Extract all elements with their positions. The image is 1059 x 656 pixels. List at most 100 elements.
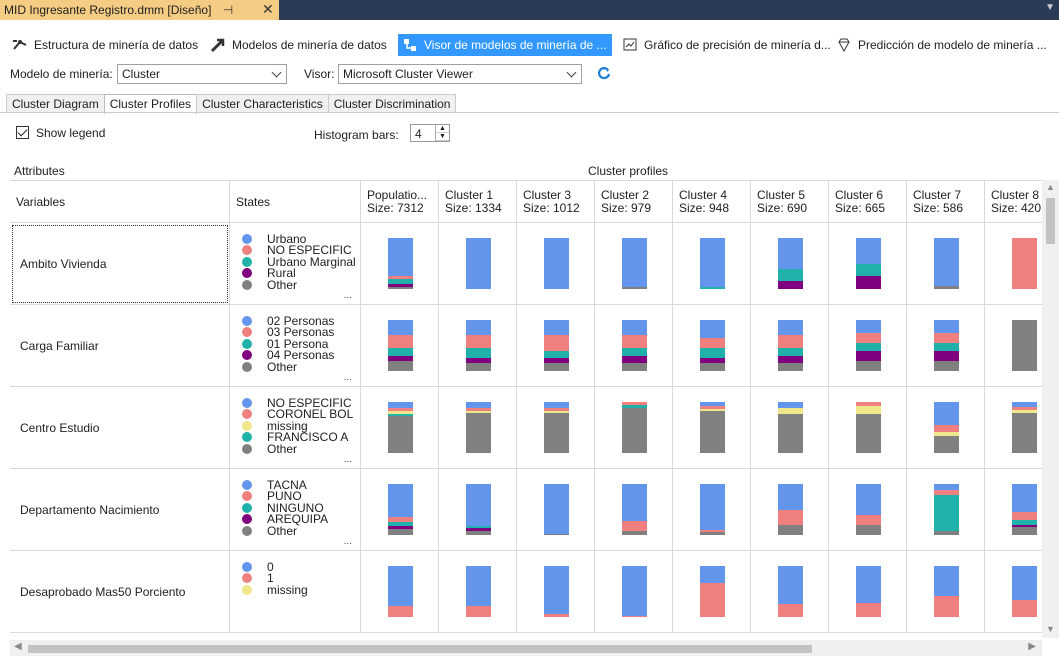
- profile-cell[interactable]: [595, 387, 673, 469]
- profile-cell[interactable]: [517, 305, 595, 387]
- profile-cell[interactable]: [907, 223, 985, 305]
- profile-cell[interactable]: [751, 387, 829, 469]
- cluster-column-header[interactable]: Cluster 2 Size: 979: [595, 181, 673, 223]
- profile-cell[interactable]: [673, 469, 751, 551]
- profile-cell[interactable]: [517, 387, 595, 469]
- profile-cell[interactable]: [985, 305, 1042, 387]
- profile-cell[interactable]: [985, 223, 1042, 305]
- histogram-bar: [622, 238, 647, 289]
- tab-mining-structure[interactable]: Estructura de minería de datos: [8, 34, 202, 56]
- tab-accuracy-chart[interactable]: Gráfico de precisión de minería d...: [618, 34, 835, 56]
- cluster-column-header[interactable]: Cluster 1 Size: 1334: [439, 181, 517, 223]
- scroll-up-icon[interactable]: ▲: [1046, 182, 1055, 192]
- cluster-column-header[interactable]: Cluster 5 Size: 690: [751, 181, 829, 223]
- profile-cell[interactable]: [517, 551, 595, 633]
- close-icon[interactable]: ✕: [262, 1, 274, 18]
- variable-cell[interactable]: Centro Estudio: [10, 387, 230, 469]
- variable-cell[interactable]: Ambito Vivienda: [10, 223, 230, 305]
- tab-mining-models[interactable]: Modelos de minería de datos: [206, 34, 391, 56]
- document-tab[interactable]: MID Ingresante Registro.dmm [Diseño] ⊣ ✕: [0, 0, 279, 20]
- cluster-column-header[interactable]: Populatio... Size: 7312: [361, 181, 439, 223]
- profile-cell[interactable]: [439, 387, 517, 469]
- histogram-bars-stepper[interactable]: 4 ▲ ▼: [410, 124, 450, 142]
- variable-cell[interactable]: Departamento Nacimiento: [10, 469, 230, 551]
- variable-cell[interactable]: Carga Familiar: [10, 305, 230, 387]
- tab-cluster-profiles[interactable]: Cluster Profiles: [103, 94, 198, 114]
- tab-prediction[interactable]: Predicción de modelo de minería ...: [832, 34, 1051, 56]
- profile-cell[interactable]: [985, 387, 1042, 469]
- profile-cell[interactable]: [517, 469, 595, 551]
- profile-cell[interactable]: [595, 551, 673, 633]
- show-legend-checkbox[interactable]: [16, 126, 29, 139]
- spin-down-icon[interactable]: ▼: [436, 133, 449, 141]
- profile-cell[interactable]: [595, 469, 673, 551]
- histogram-segment: [778, 281, 803, 289]
- profile-cell[interactable]: [439, 223, 517, 305]
- model-select[interactable]: Cluster: [117, 64, 287, 84]
- profile-cell[interactable]: [751, 551, 829, 633]
- histogram-bar: [856, 238, 881, 289]
- states-column-header[interactable]: States: [230, 181, 361, 223]
- scroll-right-icon[interactable]: ▶: [1028, 641, 1036, 652]
- legend-color-swatch: [242, 573, 252, 583]
- profile-cell[interactable]: [751, 223, 829, 305]
- cluster-column-header[interactable]: Cluster 3 Size: 1012: [517, 181, 595, 223]
- refresh-icon[interactable]: [597, 66, 611, 83]
- spin-up-icon[interactable]: ▲: [436, 125, 449, 133]
- profile-cell[interactable]: [361, 469, 439, 551]
- profile-cell[interactable]: [439, 551, 517, 633]
- profile-cell[interactable]: [985, 551, 1042, 633]
- legend-color-swatch: [242, 233, 252, 244]
- profile-cell[interactable]: [361, 223, 439, 305]
- profile-cell[interactable]: [439, 305, 517, 387]
- profile-cell[interactable]: [829, 469, 907, 551]
- profile-cell[interactable]: [361, 305, 439, 387]
- profile-cell[interactable]: [907, 387, 985, 469]
- cluster-column-header[interactable]: Cluster 7 Size: 586: [907, 181, 985, 223]
- profile-cell[interactable]: [595, 223, 673, 305]
- histogram-bar: [856, 402, 881, 453]
- profile-cell[interactable]: [673, 387, 751, 469]
- chevron-down-icon[interactable]: ▼: [1045, 2, 1055, 13]
- profile-cell[interactable]: [361, 551, 439, 633]
- profile-cell[interactable]: [751, 469, 829, 551]
- tab-model-viewer[interactable]: Visor de modelos de minería de ...: [398, 34, 612, 56]
- horizontal-scrollbar[interactable]: ◀ ▶: [10, 640, 1042, 656]
- profile-cell[interactable]: [829, 551, 907, 633]
- profile-cell[interactable]: [829, 223, 907, 305]
- variable-cell[interactable]: Desaprobado Mas50 Porciento: [10, 551, 230, 633]
- legend-color-swatch: [242, 338, 252, 349]
- variables-column-header[interactable]: Variables: [10, 181, 230, 223]
- profile-cell[interactable]: [751, 305, 829, 387]
- tab-cluster-diagram[interactable]: Cluster Diagram: [6, 94, 105, 113]
- vertical-scroll-thumb[interactable]: [1046, 198, 1055, 244]
- profile-cell[interactable]: [595, 305, 673, 387]
- profile-cell[interactable]: [439, 469, 517, 551]
- profile-cell[interactable]: [829, 387, 907, 469]
- profile-cell[interactable]: [673, 551, 751, 633]
- profile-cell[interactable]: [361, 387, 439, 469]
- profile-cell[interactable]: [907, 305, 985, 387]
- profile-cell[interactable]: [673, 223, 751, 305]
- profile-cell[interactable]: [985, 469, 1042, 551]
- profile-cell[interactable]: [907, 469, 985, 551]
- histogram-segment: [700, 238, 725, 288]
- profile-cell[interactable]: [673, 305, 751, 387]
- histogram-segment: [934, 360, 959, 371]
- scroll-left-icon[interactable]: ◀: [14, 641, 22, 652]
- histogram-bar: [778, 320, 803, 371]
- profile-cell[interactable]: [517, 223, 595, 305]
- profile-cell[interactable]: [829, 305, 907, 387]
- scroll-down-icon[interactable]: ▼: [1046, 624, 1055, 634]
- viewer-select[interactable]: Microsoft Cluster Viewer: [338, 64, 582, 84]
- histogram-segment: [466, 413, 491, 453]
- profile-cell[interactable]: [907, 551, 985, 633]
- cluster-column-header[interactable]: Cluster 8 Size: 420: [985, 181, 1042, 223]
- cluster-column-header[interactable]: Cluster 6 Size: 665: [829, 181, 907, 223]
- tab-cluster-characteristics[interactable]: Cluster Characteristics: [196, 94, 329, 113]
- tab-cluster-discrimination[interactable]: Cluster Discrimination: [327, 94, 457, 113]
- vertical-scrollbar[interactable]: ▲ ▼: [1042, 180, 1059, 638]
- cluster-column-header[interactable]: Cluster 4 Size: 948: [673, 181, 751, 223]
- pin-icon[interactable]: ⊣: [223, 3, 233, 17]
- horizontal-scroll-thumb[interactable]: [28, 645, 812, 653]
